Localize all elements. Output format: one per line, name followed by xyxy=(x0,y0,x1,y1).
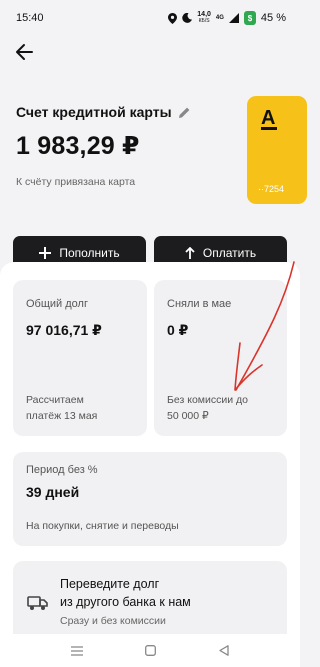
withdrawn-label: Сняли в мае xyxy=(167,298,232,310)
arrow-up-icon xyxy=(185,246,195,259)
withdrawn-note-line2: 50 000 ₽ xyxy=(167,410,209,422)
transfer-title-line2: из другого банка к нам xyxy=(60,595,191,609)
linked-card-text[interactable]: К счёту привязана карта xyxy=(16,176,135,188)
card-number: ··7254 xyxy=(258,184,285,194)
menu-icon[interactable] xyxy=(71,645,84,656)
total-debt-tile[interactable]: Общий долг 97 016,71 ₽ Рассчитаем платёж… xyxy=(13,280,147,436)
status-time: 15:40 xyxy=(16,12,44,24)
account-title-row[interactable]: Счет кредитной карты xyxy=(16,104,191,120)
truck-icon xyxy=(27,596,48,610)
location-icon xyxy=(168,12,178,24)
card-logo-letter: А xyxy=(261,107,275,129)
battery-level: 45 % xyxy=(260,12,286,24)
battery-saver-badge: $ xyxy=(247,13,253,23)
debt-note-line1: Рассчитаем xyxy=(26,394,84,406)
grace-note: На покупки, снятие и переводы xyxy=(26,520,179,532)
withdrawn-note: Без комиссии до 50 000 ₽ xyxy=(167,392,248,424)
transfer-title-line1: Переведите долг xyxy=(60,577,160,591)
back-arrow-icon[interactable] xyxy=(14,42,34,62)
withdrawn-note-line1: Без комиссии до xyxy=(167,394,248,406)
home-icon[interactable] xyxy=(145,645,157,656)
withdrawn-value: 0 ₽ xyxy=(167,322,189,338)
transfer-title: Переведите долг из другого банка к нам xyxy=(60,575,191,611)
network-speed-value: 14,0 xyxy=(197,11,211,18)
network-speed-unit: КБ/S xyxy=(198,18,210,24)
topup-label: Пополнить xyxy=(59,245,120,260)
pay-label: Оплатить xyxy=(202,245,257,260)
signal-icon xyxy=(228,13,239,23)
plus-icon xyxy=(39,246,52,259)
transfer-subtitle: Сразу и без комиссии xyxy=(60,615,166,627)
debt-note: Рассчитаем платёж 13 мая xyxy=(26,392,97,424)
account-balance: 1 983,29 ₽ xyxy=(16,132,140,160)
network-speed: 14,0 КБ/S xyxy=(197,11,211,25)
battery-saver-icon: $ xyxy=(243,11,256,25)
debt-value: 97 016,71 ₽ xyxy=(26,322,102,338)
system-nav-bar xyxy=(0,634,300,667)
back-icon[interactable] xyxy=(219,645,229,656)
withdrawn-tile[interactable]: Сняли в мае 0 ₽ Без комиссии до 50 000 ₽ xyxy=(154,280,287,436)
alfa-logo-icon: А xyxy=(261,107,277,130)
grace-label: Период без % xyxy=(26,464,98,476)
grace-period-tile[interactable]: Период без % 39 дней На покупки, снятие … xyxy=(13,452,287,546)
status-icons: 14,0 КБ/S 4G $ 45 % xyxy=(168,11,286,25)
debt-note-line2: платёж 13 мая xyxy=(26,410,98,422)
moon-icon xyxy=(182,13,193,23)
signal-type: 4G xyxy=(215,15,224,21)
debt-label: Общий долг xyxy=(26,298,88,310)
status-bar: 15:40 14,0 КБ/S 4G $ 45 % xyxy=(0,0,300,36)
grace-value: 39 дней xyxy=(26,484,80,500)
account-title: Счет кредитной карты xyxy=(16,104,172,120)
pencil-icon[interactable] xyxy=(178,106,191,119)
